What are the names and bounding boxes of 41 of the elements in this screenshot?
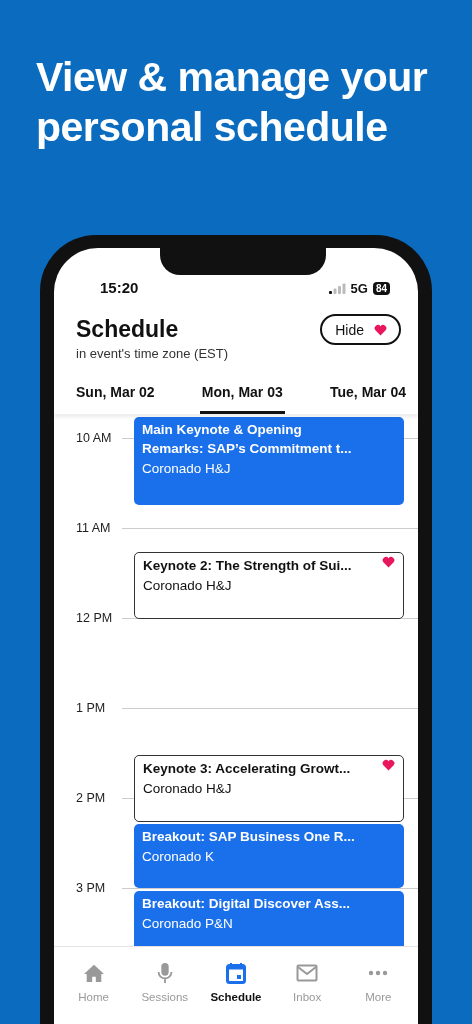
network-label: 5G <box>350 281 368 296</box>
session-title: Main Keynote & Opening Remarks: SAP’s Commitment t... <box>142 421 353 458</box>
more-icon <box>368 970 389 976</box>
day-tab[interactable]: Mon, Mar 03 <box>199 381 285 414</box>
microphone-icon <box>156 962 173 984</box>
hide-button[interactable]: Hide <box>320 314 401 345</box>
headline: View & manage your personal schedule <box>36 53 429 152</box>
session-room: Coronado P&N <box>142 915 234 933</box>
session-title: Breakout: SAP Business One R... <box>142 828 355 846</box>
session-card[interactable]: Breakout: SAP Business One R... Coronado K <box>134 824 404 888</box>
session-title: Keynote 2: The Strength of Sui... <box>143 557 352 575</box>
battery-level: 84 <box>372 282 390 295</box>
session-room: Coronado K <box>142 848 216 866</box>
home-icon <box>82 963 105 983</box>
day-tab[interactable]: Sun, Mar 02 <box>74 381 157 414</box>
session-card[interactable]: Breakout: Digital Discover Ass... Coronado P&N <box>134 891 404 946</box>
session-room: Coronado H&J <box>142 460 232 478</box>
hour-label: 12 PM <box>76 611 112 625</box>
nav-tab[interactable]: Schedule <box>200 961 271 1024</box>
mail-icon <box>296 964 319 982</box>
session-card[interactable]: Keynote 2: The Strength of Sui... Coronado H&J <box>134 552 404 619</box>
time-zone-note: in event's time zone (EST) <box>76 346 229 361</box>
hour-label: 11 AM <box>76 521 112 535</box>
heart-icon <box>382 556 395 568</box>
calendar-icon <box>225 962 246 984</box>
signal-icon <box>328 283 346 294</box>
hour-label: 3 PM <box>76 881 107 895</box>
hour-label: 10 AM <box>76 431 112 445</box>
day-tab[interactable]: Tue, Mar 04 <box>328 381 408 414</box>
session-card[interactable]: Keynote 3: Accelerating Growt... Coronado H&J <box>134 755 404 822</box>
session-room: Coronado H&J <box>143 577 233 595</box>
heart-icon <box>374 323 387 336</box>
hour-label: 2 PM <box>76 791 107 805</box>
heart-icon <box>382 759 395 771</box>
session-title: Keynote 3: Accelerating Growt... <box>143 760 351 778</box>
session-room: Coronado H&J <box>143 780 233 798</box>
session-title: Breakout: Digital Discover Ass... <box>142 895 351 913</box>
page-title: Schedule <box>76 316 180 343</box>
hour-label: 1 PM <box>76 701 107 715</box>
session-card[interactable]: Main Keynote & Opening Remarks: SAP’s Commitment t... Coronado H&J <box>134 417 404 505</box>
status-time: 15:20 <box>100 279 139 296</box>
